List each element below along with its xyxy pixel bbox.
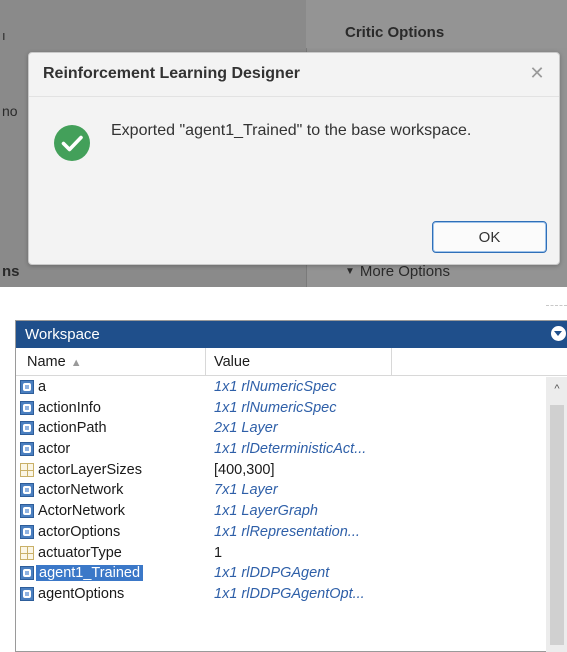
dialog-message: Exported "agent1_Trained" to the base wo… [111,122,472,139]
variable-name: actorLayerSizes [38,461,142,478]
table-row[interactable]: actionPath 2x1 Layer [16,418,546,439]
name-column-label: Name [27,354,66,370]
dialog-title: Reinforcement Learning Designer [43,65,300,82]
variable-name: ActorNetwork [38,503,126,520]
vertical-scrollbar[interactable]: ^ [546,377,567,652]
scroll-up-arrow-icon[interactable]: ^ [551,384,563,395]
column-headers: Name ▲ Value [16,348,567,376]
workspace-panel: Workspace Name ▲ Value a 1x1 rlNumericSpe… [15,320,567,652]
object-icon [20,504,34,519]
left-panel-fragment-top: ı [2,28,6,43]
variable-name: actorNetwork [38,482,124,499]
value-column-header[interactable]: Value [206,348,392,376]
table-row[interactable]: actuatorType 1 [16,543,546,564]
variable-value: 1 [214,544,223,561]
object-icon [20,483,34,498]
variable-value: 2x1 Layer [214,420,278,437]
value-column-label: Value [214,354,251,370]
variable-value: 1x1 LayerGraph [214,503,318,520]
more-options-toggle[interactable]: ▼ More Options [345,263,450,280]
variable-value: 1x1 rlDeterministicAct... [214,441,367,458]
object-icon [20,566,34,581]
dialog-divider [29,96,559,97]
table-row[interactable]: actionInfo 1x1 rlNumericSpec [16,398,546,419]
object-icon [20,442,34,457]
left-panel-fragment-bottom: ns [2,263,20,280]
variable-value: [400,300] [214,461,275,478]
workspace-title: Workspace [25,326,100,343]
close-icon[interactable]: ✕ [527,63,547,83]
workspace-header: Workspace [16,321,567,348]
variable-value: 7x1 Layer [214,482,278,499]
more-options-label: More Options [359,263,450,280]
panel-edge-divider [546,305,567,311]
object-icon [20,400,34,415]
checkmark-circle-icon [54,125,90,161]
variable-list: a 1x1 rlNumericSpec actionInfo 1x1 rlNum… [16,377,546,605]
table-row[interactable]: actorLayerSizes [400,300] [16,460,546,481]
critic-options-title: Critic Options [345,24,445,41]
object-icon [20,421,34,436]
table-row[interactable]: a 1x1 rlNumericSpec [16,377,546,398]
variable-value: 1x1 rlDDPGAgentOpt... [214,585,365,602]
variable-name: agentOptions [38,585,125,602]
variable-name: actionInfo [38,399,101,416]
object-icon [20,586,34,601]
variable-name: actuatorType [38,544,122,561]
table-row[interactable]: actor 1x1 rlDeterministicAct... [16,439,546,460]
object-icon [20,524,34,539]
variable-value: 1x1 rlNumericSpec [214,399,337,416]
left-panel-fragment-mid: no [2,103,18,119]
table-row[interactable]: ActorNetwork 1x1 LayerGraph [16,501,546,522]
variable-name: actor [38,441,71,458]
variable-value: 1x1 rlNumericSpec [214,379,337,395]
table-row[interactable]: agentOptions 1x1 rlDDPGAgentOpt... [16,584,546,605]
export-dialog: Reinforcement Learning Designer ✕ Export… [28,52,560,265]
object-icon [20,380,34,394]
scrollbar-thumb[interactable] [550,405,564,645]
app-background: Critic Options ı no ns ▼ More Options Rei… [0,0,567,287]
variable-value: 1x1 rlDDPGAgent [214,565,330,582]
table-row-selected[interactable]: agent1_Trained 1x1 rlDDPGAgent [16,563,546,584]
ok-button[interactable]: OK [432,221,547,253]
variable-name: a [38,379,47,395]
numeric-array-icon [20,545,34,560]
chevron-down-circle-icon[interactable] [551,326,566,341]
name-column-header[interactable]: Name ▲ [16,348,206,376]
numeric-array-icon [20,462,34,477]
variable-name: actionPath [38,420,107,437]
triangle-down-icon: ▼ [345,266,355,277]
sort-ascending-icon: ▲ [70,357,82,369]
variable-name: agent1_Trained [36,565,144,582]
variable-value: 1x1 rlRepresentation... [214,523,360,540]
variable-name: actorOptions [38,523,121,540]
table-row[interactable]: actorNetwork 7x1 Layer [16,480,546,501]
table-row[interactable]: actorOptions 1x1 rlRepresentation... [16,522,546,543]
